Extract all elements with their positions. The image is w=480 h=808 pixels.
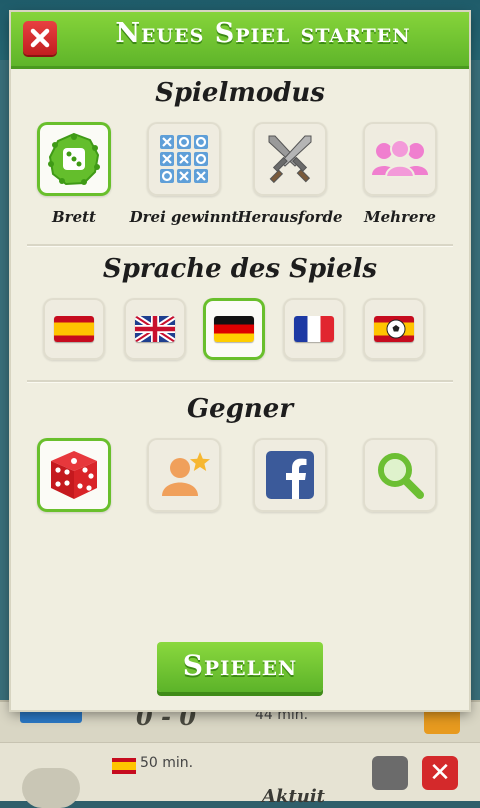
mode-challenge-button[interactable]: [253, 122, 327, 196]
background-label: Aktuit: [262, 786, 325, 807]
spain-football-flag-icon: [374, 316, 414, 342]
close-button[interactable]: [23, 21, 57, 55]
germany-flag-icon: [214, 316, 254, 342]
background-time: 50 min.: [140, 755, 194, 771]
tic-tac-toe-icon: [160, 135, 208, 183]
spain-flag-icon: [54, 316, 94, 342]
background-side: [468, 60, 480, 800]
language-english-button[interactable]: [124, 298, 186, 360]
language-german-button[interactable]: [203, 298, 265, 360]
mode-multiplayer-button[interactable]: [363, 122, 437, 196]
france-flag-icon: [294, 316, 334, 342]
divider: [27, 244, 453, 247]
divider: [27, 380, 453, 383]
language-spanish-button[interactable]: [43, 298, 105, 360]
spain-flag-icon: [112, 758, 136, 774]
new-game-dialog: Neues Spiel starten Spielmodus Brett Dre…: [11, 12, 469, 710]
mode-challenge-label: Herausforde: [237, 208, 343, 226]
uk-flag-icon: [135, 316, 175, 342]
board-dice-icon: [48, 132, 100, 186]
close-icon: [30, 28, 50, 48]
mode-board-button[interactable]: [37, 122, 111, 196]
mode-board-label: Brett: [52, 208, 96, 226]
facebook-icon: [266, 451, 314, 499]
mode-tic-tac-toe-label: Drei gewinnt: [129, 208, 239, 226]
search-icon: [378, 453, 424, 499]
opponent-random-button[interactable]: [37, 438, 111, 512]
mode-tic-tac-toe-button[interactable]: [147, 122, 221, 196]
dialog-header: Neues Spiel starten: [11, 12, 469, 69]
game-mode-title: Spielmodus: [155, 78, 325, 108]
crossed-swords-icon: [268, 135, 312, 184]
add-friend-icon: [162, 452, 210, 496]
opponent-title: Gegner: [186, 394, 294, 424]
language-spanish-football-button[interactable]: [363, 298, 425, 360]
language-title: Sprache des Spiels: [102, 254, 378, 284]
dice-icon: [51, 451, 97, 499]
opponent-facebook-button[interactable]: [253, 438, 327, 512]
group-icon: [372, 139, 428, 178]
opponent-search-button[interactable]: [363, 438, 437, 512]
language-french-button[interactable]: [283, 298, 345, 360]
avatar: [22, 768, 80, 808]
dialog-title: Neues Spiel starten: [115, 18, 411, 49]
opponent-friend-button[interactable]: [147, 438, 221, 512]
mode-multiplayer-label: Mehrere: [364, 208, 436, 226]
chat-icon: [372, 756, 408, 790]
delete-game-button: ✕: [422, 756, 458, 790]
play-button[interactable]: Spielen: [157, 642, 323, 692]
